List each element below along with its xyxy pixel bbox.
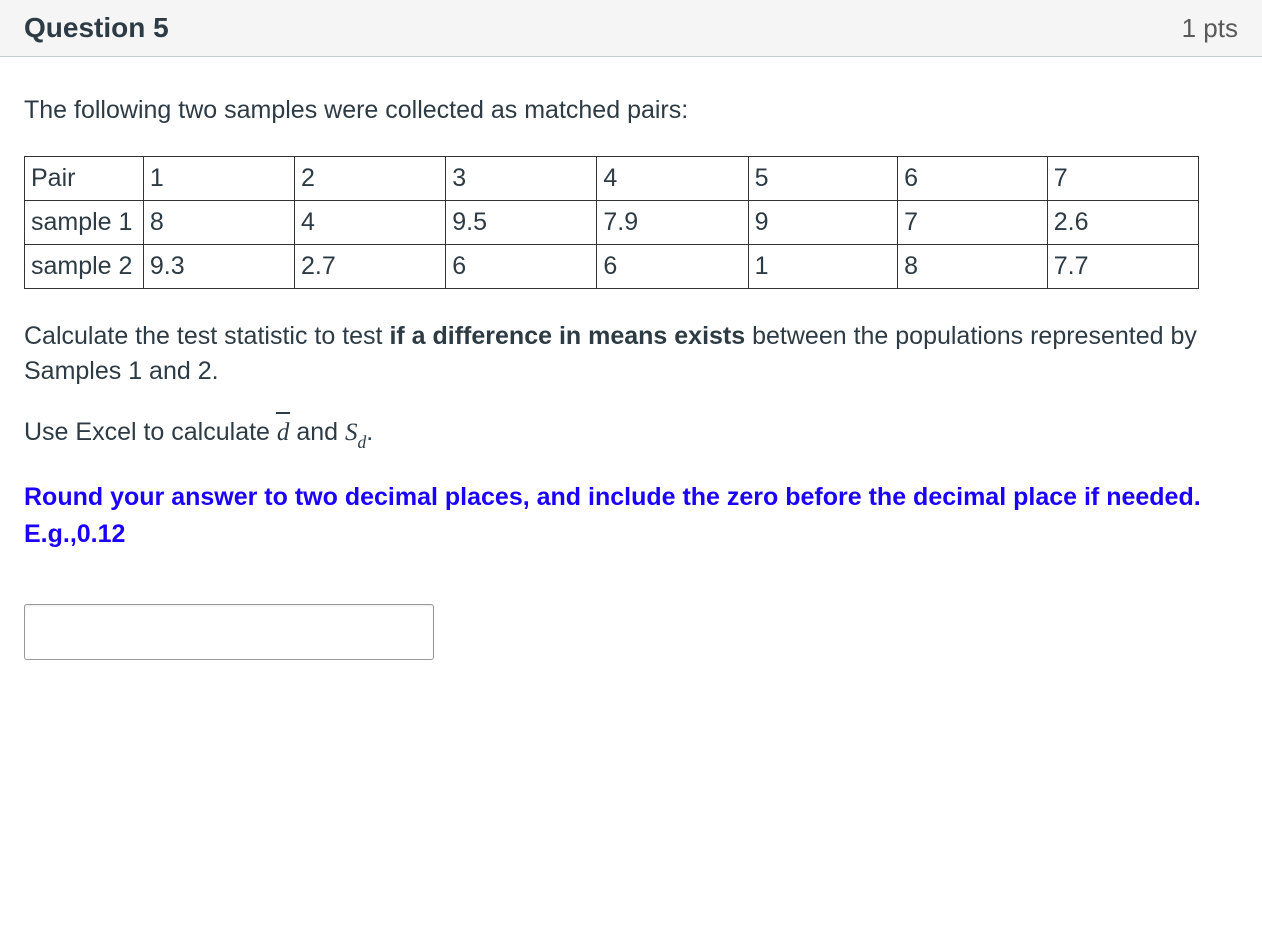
cell: 1 (143, 157, 294, 201)
question-title: Question 5 (24, 12, 169, 44)
cell: 3 (446, 157, 597, 201)
answer-input[interactable] (24, 604, 434, 660)
cell: 4 (295, 201, 446, 245)
data-table: Pair 1 2 3 4 5 6 7 sample 1 8 4 9.5 7.9 … (24, 156, 1199, 289)
table-row: Pair 1 2 3 4 5 6 7 (25, 157, 1199, 201)
cell: 2 (295, 157, 446, 201)
sd-symbol: Sd (345, 419, 366, 446)
cell: 8 (143, 201, 294, 245)
test-statistic-instruction: Calculate the test statistic to test if … (24, 319, 1238, 389)
cell: 9 (748, 201, 898, 245)
instr-text: . (366, 418, 373, 446)
cell: 2.7 (295, 245, 446, 289)
question-header: Question 5 1 pts (0, 0, 1262, 57)
cell: 7 (1047, 157, 1198, 201)
d-bar-symbol: d (277, 419, 290, 446)
rounding-note: Round your answer to two decimal places,… (24, 479, 1238, 554)
cell: 7.9 (597, 201, 748, 245)
question-body: The following two samples were collected… (0, 57, 1262, 700)
question-points: 1 pts (1182, 13, 1238, 44)
cell: 4 (597, 157, 748, 201)
cell: 6 (446, 245, 597, 289)
cell: 8 (898, 245, 1048, 289)
cell: 6 (898, 157, 1048, 201)
instr-text: and (289, 418, 345, 446)
cell: 6 (597, 245, 748, 289)
table-row: sample 2 9.3 2.7 6 6 1 8 7.7 (25, 245, 1199, 289)
instr-bold: if a difference in means exists (389, 322, 745, 350)
instr-text: Use Excel to calculate (24, 418, 277, 446)
row-label: sample 1 (25, 201, 144, 245)
excel-instruction: Use Excel to calculate d and Sd. (24, 415, 1238, 453)
cell: 1 (748, 245, 898, 289)
row-label: sample 2 (25, 245, 144, 289)
cell: 9.3 (143, 245, 294, 289)
cell: 5 (748, 157, 898, 201)
row-label: Pair (25, 157, 144, 201)
cell: 7.7 (1047, 245, 1198, 289)
instr-text: Calculate the test statistic to test (24, 322, 389, 350)
cell: 9.5 (446, 201, 597, 245)
cell: 2.6 (1047, 201, 1198, 245)
intro-text: The following two samples were collected… (24, 93, 1238, 128)
table-row: sample 1 8 4 9.5 7.9 9 7 2.6 (25, 201, 1199, 245)
question-wrapper: Question 5 1 pts The following two sampl… (0, 0, 1262, 700)
cell: 7 (898, 201, 1048, 245)
